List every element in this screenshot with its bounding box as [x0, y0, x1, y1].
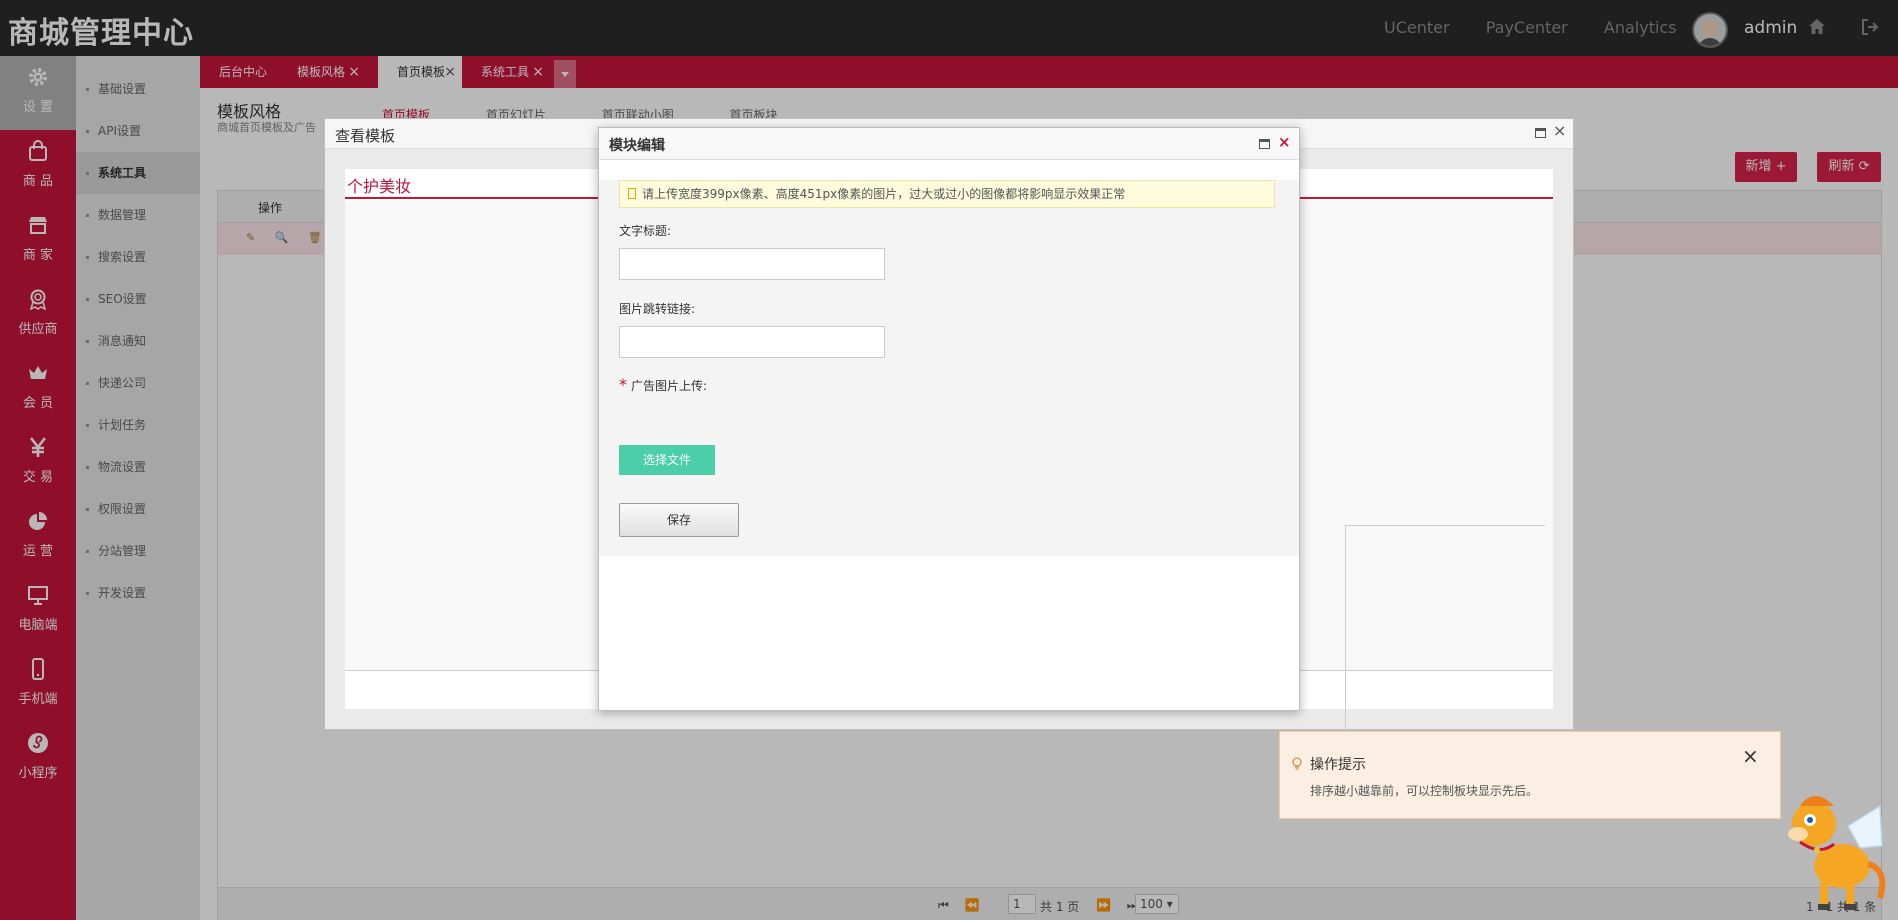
maximize-icon[interactable] — [1259, 139, 1270, 149]
tip-title: 操作提示 — [1310, 757, 1366, 773]
lightbulb-icon — [1292, 757, 1302, 770]
upload-label: 广告图片上传: — [631, 379, 708, 393]
text-title-label: 文字标题: — [619, 224, 672, 238]
text-title-input[interactable] — [619, 248, 885, 280]
dialog-title: 查看模板 — [335, 127, 396, 145]
notice-text: 请上传宽度399px像素、高度451px像素的图片，过大或过小的图像都将影响显示… — [642, 187, 1126, 201]
tip-body: 排序越小越靠前，可以控制板块显示先后。 — [1310, 784, 1539, 798]
link-label: 图片跳转链接: — [619, 302, 696, 316]
divider — [1345, 525, 1545, 526]
dialog-header: 模块编辑 × — [599, 128, 1299, 160]
module-edit-dialog: 模块编辑 × 请上传宽度399px像素、高度451px像素的图片，过大或过小的图… — [598, 127, 1300, 711]
dialog-title: 模块编辑 — [609, 138, 665, 154]
close-icon[interactable]: × — [1278, 133, 1291, 151]
maximize-icon[interactable] — [1535, 128, 1546, 138]
section-title: 个护美妆 — [347, 177, 412, 196]
upload-label-row: * 广告图片上传: — [619, 375, 707, 394]
mascot-icon — [1788, 796, 1886, 910]
module-edit-form: 请上传宽度399px像素、高度451px像素的图片，过大或过小的图像都将影响显示… — [599, 180, 1299, 556]
operation-tip: 操作提示 × 排序越小越靠前，可以控制板块显示先后。 — [1279, 731, 1781, 819]
info-icon — [628, 188, 636, 199]
save-button[interactable]: 保存 — [619, 503, 739, 537]
close-icon[interactable]: × — [1742, 744, 1759, 768]
link-input[interactable] — [619, 326, 885, 358]
upload-notice: 请上传宽度399px像素、高度451px像素的图片，过大或过小的图像都将影响显示… — [619, 180, 1275, 208]
divider — [1345, 525, 1346, 749]
close-icon[interactable]: × — [1553, 121, 1566, 140]
choose-file-button[interactable]: 选择文件 — [619, 445, 715, 475]
required-mark: * — [619, 375, 627, 394]
